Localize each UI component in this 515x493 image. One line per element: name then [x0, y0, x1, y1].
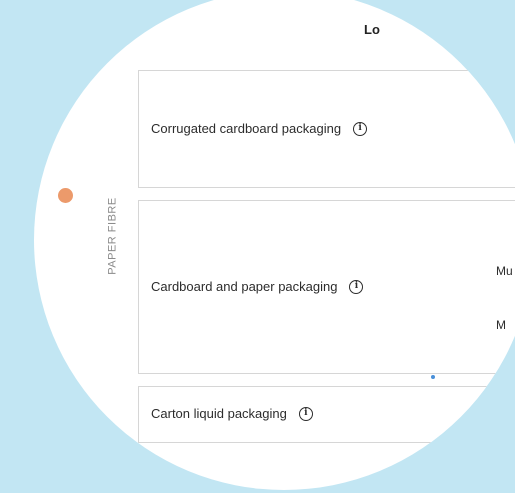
paper-fibre-indicator-dot: [58, 188, 73, 203]
row-label-text: Carton liquid packaging: [151, 406, 287, 421]
info-icon[interactable]: i: [353, 121, 368, 136]
row-label-cardboard-paper: Cardboard and paper packaging i: [151, 279, 364, 294]
info-icon[interactable]: i: [298, 406, 313, 421]
category-label: PAPER FIBRE: [106, 197, 119, 275]
column-header: Lo: [364, 22, 380, 37]
content-viewport: PAPER FIBRE Lo Corrugated cardboard pack…: [34, 0, 515, 490]
row-label-text: Cardboard and paper packaging: [151, 279, 338, 294]
focus-marker: [431, 375, 435, 379]
row-label-corrugated-cardboard: Corrugated cardboard packaging i: [151, 121, 368, 136]
row-label-carton-liquid: Carton liquid packaging i: [151, 406, 313, 421]
sub-option-fragment-2: M: [496, 318, 506, 332]
table-row-cardboard-paper: Cardboard and paper packaging i Mu M: [138, 200, 515, 374]
table-row-corrugated-cardboard: Corrugated cardboard packaging i: [138, 70, 515, 188]
sub-option-fragment-1: Mu: [496, 264, 513, 278]
table-row-carton-liquid: Carton liquid packaging i: [138, 386, 515, 443]
info-icon[interactable]: i: [349, 279, 364, 294]
row-label-text: Corrugated cardboard packaging: [151, 121, 342, 136]
